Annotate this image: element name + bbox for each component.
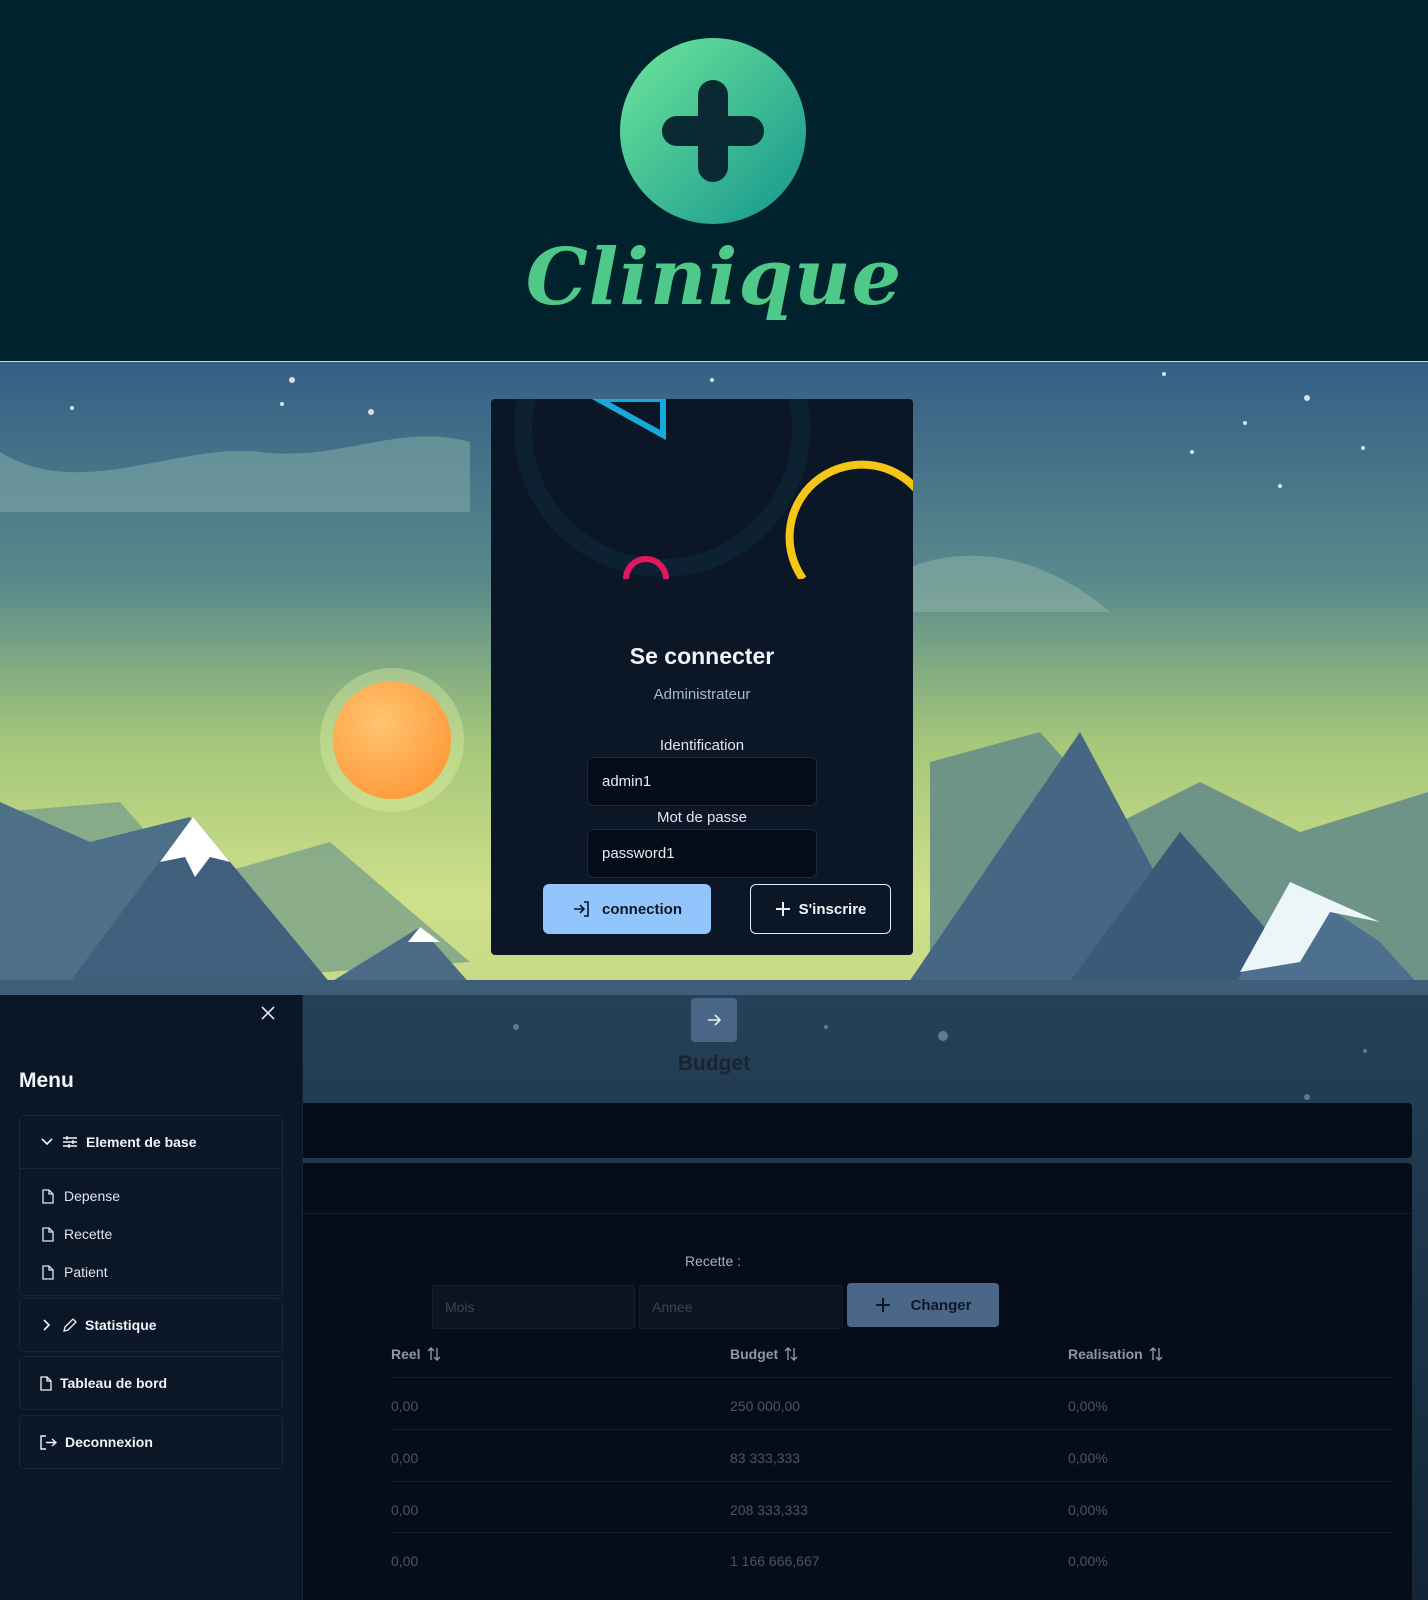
cell-realisation: 0,00% bbox=[1068, 1553, 1108, 1569]
menu-group-tableau-de-bord: Tableau de bord bbox=[19, 1356, 283, 1410]
chevron-down-icon bbox=[40, 1135, 54, 1149]
cell-reel: 0,00 bbox=[391, 1553, 419, 1569]
sort-icon bbox=[1149, 1346, 1163, 1362]
sliders-icon bbox=[62, 1135, 78, 1149]
cell-realisation: 0,00% bbox=[1068, 1450, 1108, 1466]
menu-header-statistique[interactable]: Statistique bbox=[20, 1299, 282, 1351]
sidebar-item-label: Recette bbox=[64, 1226, 113, 1242]
change-label: Changer bbox=[910, 1296, 972, 1314]
month-input[interactable] bbox=[432, 1285, 635, 1329]
sidebar-item-deconnexion[interactable]: Deconnexion bbox=[20, 1416, 282, 1468]
cell-budget: 83 333,333 bbox=[730, 1450, 801, 1466]
menu-header-element-de-base[interactable]: Element de base bbox=[20, 1116, 282, 1168]
identification-input[interactable] bbox=[587, 757, 817, 806]
year-input[interactable] bbox=[639, 1285, 843, 1329]
budget-panel: Recette : Changer Reel Budget Realisatio… bbox=[300, 1163, 1412, 1600]
column-header-reel[interactable]: Reel bbox=[391, 1346, 441, 1362]
password-label: Mot de passe bbox=[656, 809, 748, 826]
connection-button[interactable]: connection bbox=[543, 884, 711, 934]
file-icon bbox=[42, 1188, 54, 1204]
file-icon bbox=[42, 1264, 54, 1280]
menu-label-tableau-de-bord: Tableau de bord bbox=[60, 1375, 168, 1391]
sort-icon bbox=[784, 1346, 798, 1362]
menu-title: Menu bbox=[19, 1069, 74, 1092]
menu-group-element-de-base: Element de base Depense Recette Patient bbox=[19, 1115, 283, 1296]
row-divider bbox=[390, 1429, 1394, 1430]
menu-label-deconnexion: Deconnexion bbox=[65, 1434, 153, 1450]
sidebar-item-label: Depense bbox=[64, 1188, 121, 1204]
login-subtitle: Administrateur bbox=[653, 686, 751, 703]
row-divider bbox=[390, 1481, 1394, 1482]
sidebar-item-depense[interactable]: Depense bbox=[20, 1177, 282, 1215]
sidebar-item-label: Patient bbox=[64, 1264, 108, 1280]
sidebar-item-tableau-de-bord[interactable]: Tableau de bord bbox=[20, 1357, 282, 1409]
login-card: Se connecter Administrateur Identificati… bbox=[491, 399, 913, 955]
login-section: Se connecter Administrateur Identificati… bbox=[0, 362, 1428, 995]
cell-realisation: 0,00% bbox=[1068, 1502, 1108, 1518]
menu-label-statistique: Statistique bbox=[85, 1317, 157, 1333]
sidebar-item-recette[interactable]: Recette bbox=[20, 1215, 282, 1253]
cell-budget: 208 333,333 bbox=[730, 1502, 808, 1518]
sidebar: Menu Element de base Depense Recette Pat… bbox=[0, 995, 303, 1600]
column-header-realisation[interactable]: Realisation bbox=[1068, 1346, 1163, 1362]
login-title: Se connecter bbox=[629, 643, 775, 669]
panel-divider bbox=[300, 1213, 1412, 1214]
menu-label-element-de-base: Element de base bbox=[86, 1134, 197, 1150]
connection-label: connection bbox=[601, 900, 682, 918]
chevron-right-icon bbox=[40, 1318, 54, 1332]
cell-budget: 1 166 666,667 bbox=[730, 1553, 820, 1569]
plus-icon bbox=[775, 901, 791, 917]
cell-realisation: 0,00% bbox=[1068, 1398, 1108, 1414]
toolbar-panel bbox=[300, 1103, 1412, 1158]
filter-label: Recette : bbox=[684, 1253, 742, 1269]
logo-header: Clinique bbox=[0, 0, 1428, 362]
brand-name: Clinique bbox=[525, 232, 903, 323]
card-decoration bbox=[491, 399, 913, 579]
cell-budget: 250 000,00 bbox=[730, 1398, 801, 1414]
sidebar-toggle-button[interactable] bbox=[691, 998, 737, 1042]
signup-button[interactable]: S'inscrire bbox=[750, 884, 891, 934]
sign-out-icon bbox=[40, 1434, 57, 1450]
identification-label: Identification bbox=[659, 737, 745, 754]
file-icon bbox=[40, 1375, 52, 1391]
cell-reel: 0,00 bbox=[391, 1398, 419, 1414]
change-button[interactable]: Changer bbox=[847, 1283, 999, 1327]
cell-reel: 0,00 bbox=[391, 1450, 419, 1466]
column-header-budget[interactable]: Budget bbox=[730, 1346, 798, 1362]
sidebar-item-patient[interactable]: Patient bbox=[20, 1253, 282, 1291]
close-icon[interactable] bbox=[258, 1003, 278, 1023]
pencil-icon bbox=[62, 1317, 77, 1333]
sort-icon bbox=[427, 1346, 441, 1362]
row-divider bbox=[390, 1377, 1394, 1378]
arrow-right-icon bbox=[706, 1012, 722, 1028]
file-icon bbox=[42, 1226, 54, 1242]
signup-label: S'inscrire bbox=[798, 900, 867, 918]
submenu: Depense Recette Patient bbox=[20, 1168, 282, 1295]
password-input[interactable] bbox=[587, 829, 817, 878]
plus-icon bbox=[875, 1297, 891, 1313]
row-divider bbox=[390, 1532, 1394, 1533]
budget-dashboard: Budget Recette : Changer Reel Budget Rea… bbox=[0, 995, 1428, 1600]
menu-group-statistique: Statistique bbox=[19, 1298, 283, 1352]
plus-cross-icon bbox=[620, 38, 806, 224]
menu-group-deconnexion: Deconnexion bbox=[19, 1415, 283, 1469]
cell-reel: 0,00 bbox=[391, 1502, 419, 1518]
sign-in-icon bbox=[572, 900, 590, 918]
